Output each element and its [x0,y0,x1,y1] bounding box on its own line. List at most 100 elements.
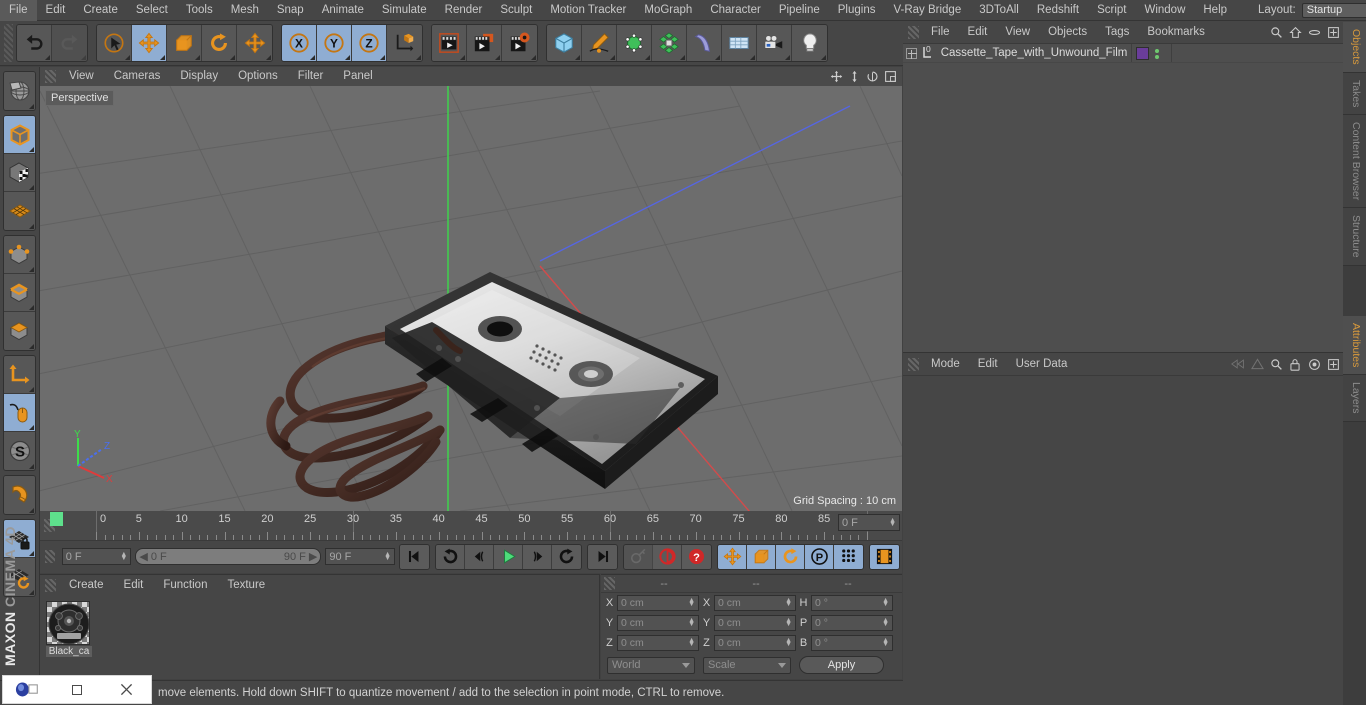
range-left-arrow-icon[interactable]: ◀ [139,550,147,563]
edges-mode-button[interactable] [4,274,35,312]
object-menu-view[interactable]: View [996,22,1039,43]
search-icon[interactable] [1269,25,1283,39]
menu-item-select[interactable]: Select [127,0,177,21]
add-array-button[interactable] [652,25,687,61]
layout-select[interactable]: Startup [1301,2,1366,18]
viewport-menu-filter[interactable]: Filter [288,67,334,86]
size-field[interactable]: 0 cm ▲ ▼ [714,635,796,651]
autokeying-button[interactable] [653,544,682,569]
current-frame-field[interactable]: 0 F ▲ ▼ [838,514,900,531]
render-to-picture-viewer-button[interactable] [467,25,502,61]
lock-x-axis-button[interactable]: X [282,25,317,61]
position-field[interactable]: 0 cm ▲ ▼ [617,595,699,611]
maximize-view-icon[interactable] [883,69,898,84]
add-spline-button[interactable] [582,25,617,61]
attribute-menu-user-data[interactable]: User Data [1007,354,1077,375]
viewport-menu-panel[interactable]: Panel [333,67,382,86]
timeline-ruler[interactable]: 051015202530354045505560657075808590 0 F… [40,511,902,541]
render-view-button[interactable] [432,25,467,61]
history-forward-icon[interactable] [1250,357,1264,371]
viewport-menu-display[interactable]: Display [170,67,228,86]
material-menu-create[interactable]: Create [59,575,114,595]
menu-item-v-ray-bridge[interactable]: V-Ray Bridge [884,0,970,21]
menu-item-redshift[interactable]: Redshift [1028,0,1088,21]
material-menu-texture[interactable]: Texture [217,575,275,595]
add-nurbs-button[interactable] [617,25,652,61]
menu-item-mograph[interactable]: MoGraph [635,0,701,21]
position-field[interactable]: 0 cm ▲ ▼ [617,635,699,651]
spinner-icon[interactable]: ▲ ▼ [120,551,127,562]
spinner-icon[interactable]: ▲ ▼ [688,637,695,648]
add-camera-button[interactable] [757,25,792,61]
go-to-start-button[interactable] [400,544,429,569]
material-item[interactable]: Black_ca [46,601,92,657]
attribute-menu-mode[interactable]: Mode [922,354,969,375]
menu-item-render[interactable]: Render [436,0,492,21]
world-object-axis-button[interactable] [387,25,422,61]
tab-objects[interactable]: Objects [1343,22,1366,73]
redo-button[interactable] [52,25,87,61]
spinner-icon[interactable]: ▲ ▼ [882,597,889,608]
history-back-icon[interactable] [1231,357,1245,371]
model-mode-button[interactable] [4,116,35,154]
apply-button[interactable]: Apply [799,656,884,674]
attribute-menu-edit[interactable]: Edit [969,354,1007,375]
object-menu-edit[interactable]: Edit [959,22,997,43]
dolly-icon[interactable] [847,69,862,84]
keyframe-selection-button[interactable]: ? [682,544,711,569]
add-cube-button[interactable] [547,25,582,61]
spinner-icon[interactable]: ▲ ▼ [882,637,889,648]
rotate-tool[interactable] [202,25,237,61]
record-active-objects-button[interactable] [624,544,653,569]
menu-item-pipeline[interactable]: Pipeline [770,0,829,21]
eye-icon[interactable] [1307,25,1321,39]
tab-content-browser[interactable]: Content Browser [1343,115,1366,209]
object-axis-mode-button[interactable] [4,356,35,394]
spinner-icon[interactable]: ▲ ▼ [785,597,792,608]
black-cassette-material-icon[interactable] [46,601,90,645]
workplane-mode-button[interactable] [4,192,35,230]
tab-attributes[interactable]: Attributes [1343,315,1366,376]
range-right-arrow-icon[interactable]: ▶ [309,550,317,563]
menu-item-3dtoall[interactable]: 3DToAll [970,0,1028,21]
tab-takes[interactable]: Takes [1343,72,1366,116]
render-settings-button[interactable] [502,25,537,61]
object-menu-tags[interactable]: Tags [1096,22,1138,43]
viewport-3d-canvas[interactable]: Perspective Grid Spacing : 10 cm Y X Z [40,86,902,511]
material-menu-function[interactable]: Function [153,575,217,595]
record-rotation-button[interactable] [776,544,805,569]
home-icon[interactable] [1288,25,1302,39]
menu-item-animate[interactable]: Animate [313,0,373,21]
next-frame-button[interactable] [523,544,552,569]
timeline-end-field[interactable]: 90 F ▲ ▼ [325,548,395,565]
expand-toggle-icon[interactable] [906,47,917,59]
object-menu-bookmarks[interactable]: Bookmarks [1138,22,1214,43]
magnet-tool-button[interactable] [4,476,35,514]
menu-item-file[interactable]: File [0,0,37,21]
orbit-icon[interactable] [865,69,880,84]
panel-grip-icon[interactable] [45,578,56,592]
polygons-mode-button[interactable] [4,312,35,350]
menu-item-mesh[interactable]: Mesh [222,0,268,21]
timeline-range-slider[interactable]: ◀ 0 F 90 F ▶ [135,548,322,565]
spinner-icon[interactable]: ▲ ▼ [688,617,695,628]
size-field[interactable]: 0 cm ▲ ▼ [714,615,796,631]
material-menu-edit[interactable]: Edit [114,575,154,595]
move-tool[interactable] [132,25,167,61]
menu-item-script[interactable]: Script [1088,0,1135,21]
object-row[interactable]: 0 Cassette_Tape_with_Unwound_Film [903,44,1343,63]
lock-z-axis-button[interactable]: Z [352,25,387,61]
viewport-solo-button[interactable] [4,394,35,432]
current-time-marker[interactable] [50,512,63,526]
lock-y-axis-button[interactable]: Y [317,25,352,61]
spinner-icon[interactable]: ▲ ▼ [785,637,792,648]
menu-item-window[interactable]: Window [1135,0,1194,21]
plus-box-icon[interactable] [1326,25,1340,39]
menu-item-create[interactable]: Create [74,0,127,21]
visibility-dots-icon[interactable] [1155,48,1159,59]
play-forwards-button[interactable] [552,544,581,569]
plus-box-icon[interactable] [1326,357,1340,371]
viewport-menu-options[interactable]: Options [228,67,288,86]
position-field[interactable]: 0 cm ▲ ▼ [617,615,699,631]
undo-button[interactable] [17,25,52,61]
